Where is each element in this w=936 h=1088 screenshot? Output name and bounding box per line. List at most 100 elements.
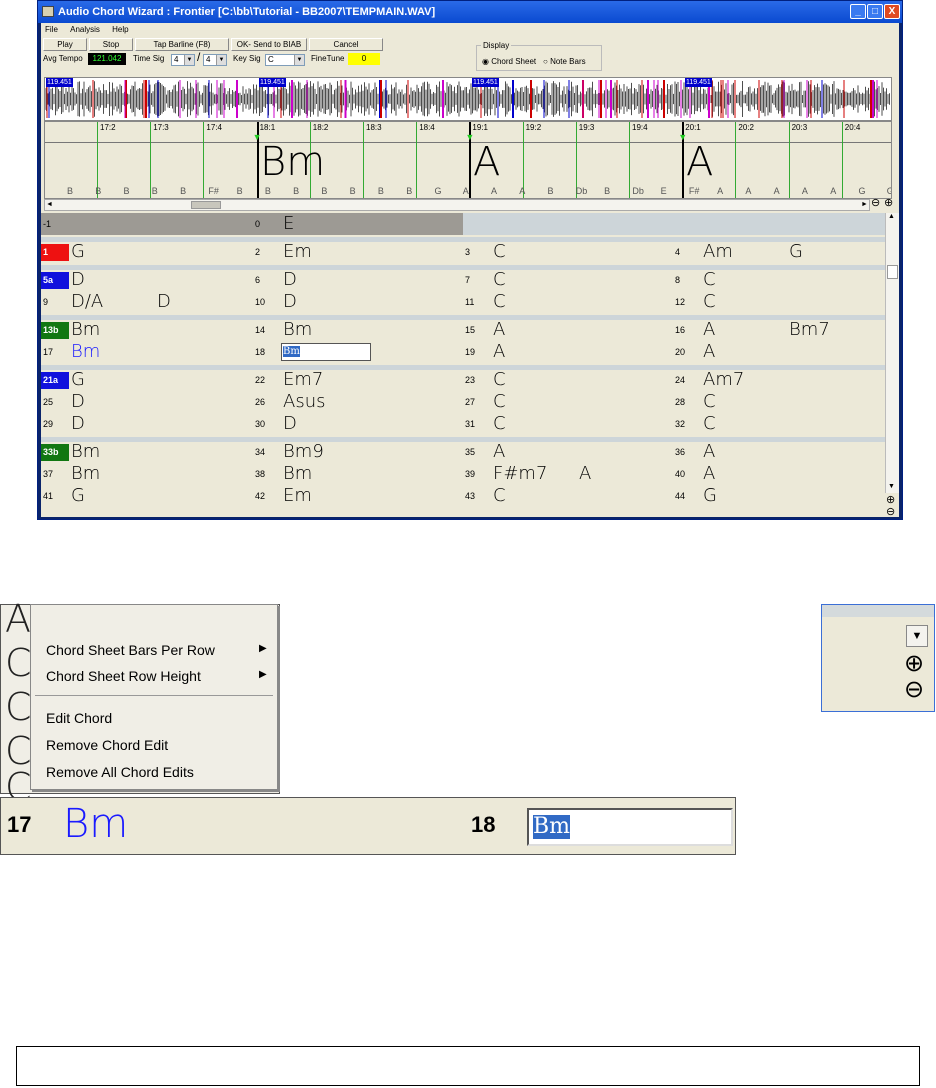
chord-label[interactable]: Bm <box>283 320 312 340</box>
cancel-button[interactable]: Cancel <box>309 38 383 51</box>
chord-label[interactable]: Bm <box>71 464 100 484</box>
bar-number: 18 <box>471 812 496 837</box>
chord-label[interactable]: A <box>493 320 505 340</box>
chord-label[interactable]: C <box>493 392 506 412</box>
section-separator <box>41 237 885 242</box>
chord-label[interactable]: A <box>579 464 591 484</box>
chord-label[interactable]: D <box>157 292 171 312</box>
chord-label[interactable]: C <box>493 486 506 506</box>
zoom-out-icon[interactable]: ⊖ <box>871 197 880 209</box>
radio-note-bars[interactable]: ○ Note Bars <box>543 56 586 68</box>
chord-label[interactable]: G <box>71 486 85 506</box>
minimize-button[interactable]: _ <box>850 4 866 19</box>
chord-label[interactable]: Bm7 <box>789 320 830 340</box>
chord-label[interactable]: Bm <box>283 464 312 484</box>
chord-label[interactable]: D <box>71 392 85 412</box>
chord-label[interactable]: D <box>283 292 297 312</box>
chord-label[interactable]: Asus <box>283 392 325 412</box>
time-sig-denominator-select[interactable]: 4 ▼ <box>203 54 227 66</box>
scroll-left-icon[interactable]: ◄ <box>46 201 53 208</box>
chord-label[interactable]: A <box>703 464 715 484</box>
menu-item-row-height[interactable]: Chord Sheet Row Height <box>46 667 201 685</box>
chord-label[interactable]: Bm9 <box>283 442 324 462</box>
chord-label[interactable]: Bm <box>71 442 100 462</box>
key-sig-select[interactable]: C ▼ <box>265 54 305 66</box>
chord-label[interactable]: Bm <box>71 342 100 362</box>
chord-label[interactable]: A <box>493 442 505 462</box>
chord-label[interactable]: D <box>283 414 297 434</box>
scroll-down-icon[interactable]: ▼ <box>906 625 928 647</box>
chord-label[interactable]: G <box>703 486 717 506</box>
chord-label[interactable]: C <box>493 370 506 390</box>
ok-send-button[interactable]: OK- Send to BIAB <box>231 38 307 51</box>
maximize-button[interactable]: □ <box>867 4 883 19</box>
time-sig-numerator-select[interactable]: 4 ▼ <box>171 54 195 66</box>
menu-item-bars-per-row[interactable]: Chord Sheet Bars Per Row <box>46 641 215 659</box>
scroll-thumb[interactable] <box>191 201 221 209</box>
horizontal-scrollbar[interactable]: ◄ ► <box>44 199 870 211</box>
scroll-thumb[interactable] <box>887 265 898 279</box>
chord-label[interactable]: A <box>703 320 715 340</box>
bar-number: 35 <box>465 447 476 457</box>
menu-help[interactable]: Help <box>112 25 128 34</box>
chord-label[interactable]: C <box>493 270 506 290</box>
chord-edit-input[interactable]: Bm <box>527 808 733 846</box>
chord-label[interactable]: Em <box>283 242 312 262</box>
scroll-up-icon[interactable]: ▲ <box>888 213 895 220</box>
chord-label[interactable]: Am7 <box>703 370 744 390</box>
chord-label[interactable]: C <box>703 270 716 290</box>
zoom-out-icon[interactable]: ⊖ <box>904 677 924 703</box>
note-label: B <box>151 186 158 196</box>
chord-sheet-grid[interactable]: -1 0 E 1 G 2 Em 3 C 4 Am G 5a D 6 D 7 C 8 C 9 D/A D 10 D 11 C 12… <box>41 213 885 517</box>
note-label: B <box>406 186 413 196</box>
chord-label[interactable]: Em <box>283 486 312 506</box>
scroll-down-icon[interactable]: ▼ <box>888 483 895 490</box>
chord-label[interactable]: C <box>493 242 506 262</box>
section-separator <box>41 265 885 270</box>
radio-chord-sheet[interactable]: ◉ Chord Sheet <box>482 56 536 68</box>
zoom-in-icon[interactable]: ⊕ <box>904 651 924 677</box>
vertical-scrollbar[interactable]: ▲ ▼ <box>885 213 899 493</box>
chord-label[interactable]: D <box>71 414 85 434</box>
beat-timeline[interactable]: 17:2 17:3 17:4 18:1 ▼ 18:2 18:3 18:4 19:1 ▼ 19:2 19… <box>44 121 892 199</box>
section-badge: 33b <box>41 444 69 461</box>
menu-item-remove-chord-edit[interactable]: Remove Chord Edit <box>46 736 168 754</box>
play-button[interactable]: Play <box>43 38 87 51</box>
chord-label[interactable]: D <box>71 270 85 290</box>
chord-label[interactable]: G <box>71 370 85 390</box>
chord-edit-input[interactable]: Bm <box>281 343 371 361</box>
chord-label[interactable]: C <box>493 414 506 434</box>
zoom-in-icon[interactable]: ⊕ <box>884 197 893 209</box>
chord-label[interactable]: G <box>71 242 85 262</box>
bar-number: 10 <box>255 297 266 307</box>
chord-label[interactable]: C <box>703 292 716 312</box>
chord-label[interactable]: D <box>283 270 297 290</box>
zoom-out-icon[interactable]: ⊖ <box>886 505 895 518</box>
note-label: B <box>67 186 74 196</box>
stop-button[interactable]: Stop <box>89 38 133 51</box>
close-button[interactable]: X <box>884 4 900 19</box>
chord-label[interactable]: A <box>703 442 715 462</box>
chord-label[interactable]: Bm <box>71 320 100 340</box>
scroll-right-icon[interactable]: ► <box>861 201 868 208</box>
waveform-view[interactable]: 119.451 119.451 119.451 119.451 <box>44 77 892 121</box>
menu-item-edit-chord[interactable]: Edit Chord <box>46 709 112 727</box>
chord-label[interactable]: Am <box>703 242 733 262</box>
menu-item-remove-all-chord-edits[interactable]: Remove All Chord Edits <box>46 763 194 781</box>
chord-label[interactable]: D/A <box>71 292 103 312</box>
bar-number: 8 <box>675 275 681 285</box>
chord-label[interactable]: C <box>703 414 716 434</box>
avg-tempo-display: 121.042 <box>88 53 126 65</box>
chord-label[interactable]: A <box>493 342 505 362</box>
finetune-value[interactable]: 0 <box>348 53 380 65</box>
chord-label[interactable]: Em7 <box>283 370 323 390</box>
chord-label[interactable]: C <box>493 292 506 312</box>
tap-barline-button[interactable]: Tap Barline (F8) <box>135 38 229 51</box>
note-label: F# <box>688 186 700 196</box>
chord-label[interactable]: F#m7 <box>493 464 547 484</box>
menu-file[interactable]: File <box>45 25 58 34</box>
chord-label[interactable]: C <box>703 392 716 412</box>
chord-label[interactable]: G <box>789 242 803 262</box>
chord-label[interactable]: A <box>703 342 715 362</box>
menu-analysis[interactable]: Analysis <box>70 25 100 34</box>
